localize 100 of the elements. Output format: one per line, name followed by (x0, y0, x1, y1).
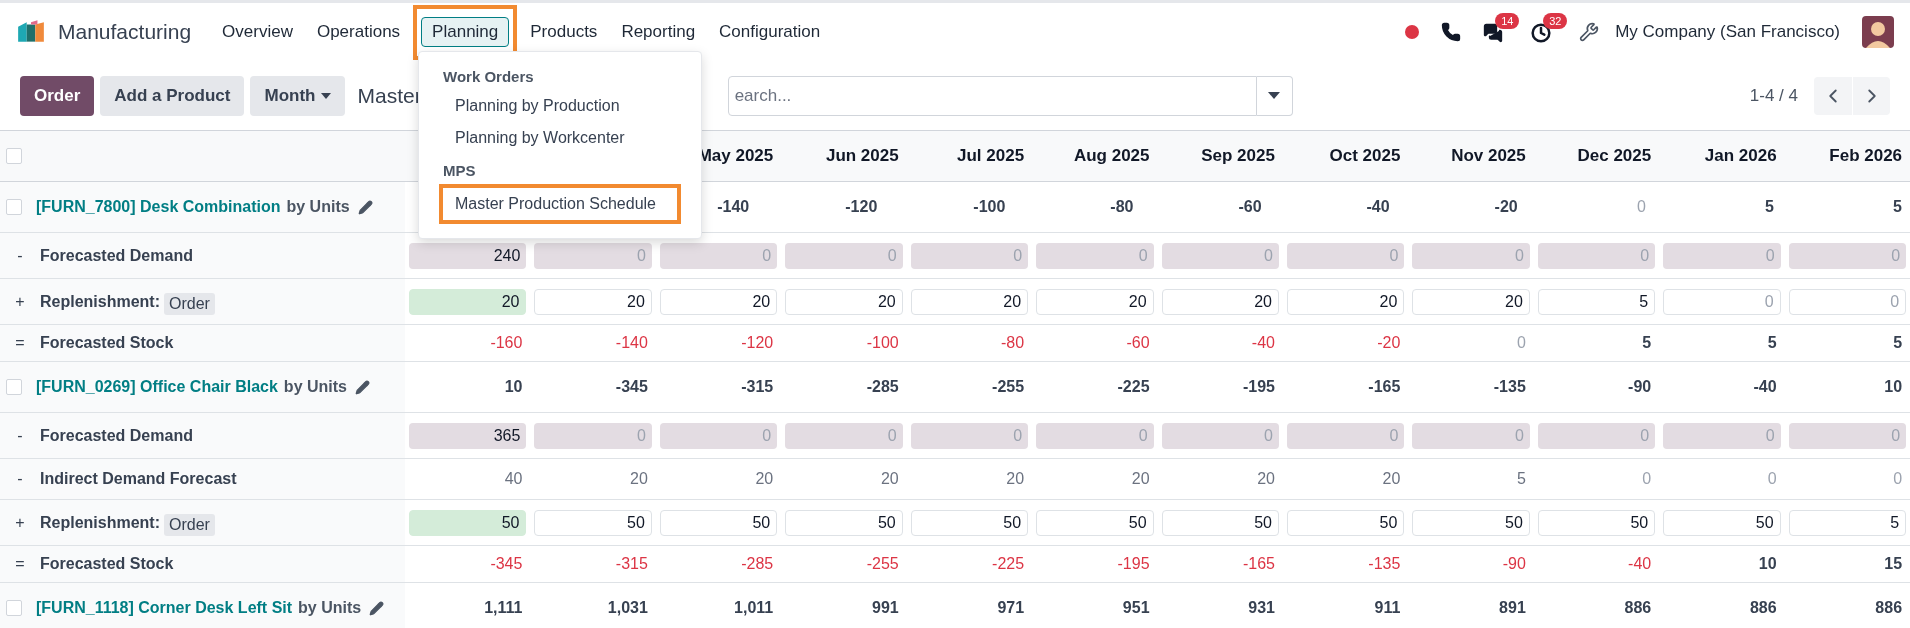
replenishment-input[interactable]: 20 (1036, 288, 1154, 315)
table-cell-text: 20 (630, 469, 648, 489)
unit-label: by Units (283, 377, 347, 397)
table-cell-text: 1,111 (484, 598, 523, 618)
menu-item[interactable]: Planning by Workcenter (419, 122, 701, 154)
product-link[interactable]: [FURN_7800] Desk Combination (36, 195, 281, 219)
table-cell-text: 1,031 (607, 598, 648, 618)
row-checkbox[interactable] (6, 379, 22, 395)
app-logo-icon[interactable] (16, 20, 46, 44)
table-cell-text: 5 (1764, 197, 1774, 217)
table-cell-text: 951 (1122, 598, 1150, 618)
avatar-icon[interactable] (1862, 16, 1894, 48)
replenishment-input[interactable]: 50 (1161, 509, 1279, 536)
table-cell-text: -80 (1110, 197, 1134, 217)
table-cell-text: -90 (1502, 554, 1526, 574)
replenishment-input[interactable]: 5 (1788, 509, 1907, 536)
pencil-icon[interactable] (357, 199, 373, 215)
replenishment-input[interactable]: 20 (1286, 288, 1405, 315)
nav-menu-item[interactable]: Configuration (708, 17, 832, 47)
table-cell-text: -40 (1753, 377, 1777, 397)
period-dropdown[interactable]: Month (250, 75, 346, 116)
product-link[interactable]: [FURN_0269] Office Chair Black (36, 375, 278, 399)
table-cell-text: 15 (1884, 554, 1903, 574)
table-cell-text: 886 (1875, 598, 1903, 618)
replenishment-input[interactable]: 20 (1412, 288, 1530, 315)
table-cell-text: -90 (1628, 377, 1652, 397)
replenishment-input[interactable]: 50 (409, 509, 527, 536)
row-sign: = (14, 333, 26, 353)
replenishment-input[interactable]: 50 (910, 509, 1029, 536)
table-cell-text: -20 (1377, 333, 1401, 353)
menu-section-title: Work Orders (442, 67, 535, 87)
replenishment-input[interactable]: 20 (910, 288, 1029, 315)
replenishment-input[interactable]: 20 (785, 288, 903, 315)
row-sign: - (16, 425, 24, 446)
company-switcher[interactable]: My Company (San Francisco) (1615, 19, 1840, 45)
table-cell-text: -60 (1126, 333, 1150, 353)
demand-input[interactable]: 365 (409, 422, 527, 449)
table-cell-text: -195 (1117, 554, 1150, 574)
table-cell-text: 0 (1516, 333, 1526, 353)
nav-menu-item[interactable]: Planning (421, 17, 510, 47)
replenishment-input[interactable]: 50 (1286, 509, 1405, 536)
table-cell-text: 20 (1382, 469, 1401, 489)
product-link[interactable]: [FURN_1118] Corner Desk Left Sit (36, 596, 293, 620)
table-cell-text: -135 (1368, 554, 1401, 574)
table-cell-text: 10 (504, 377, 523, 397)
row-sign: + (14, 291, 26, 312)
order-button[interactable]: Order (20, 75, 95, 116)
replenishment-input[interactable]: 50 (534, 509, 652, 536)
replenishment-input[interactable]: 50 (1412, 509, 1530, 536)
table-cell-text: -160 (490, 333, 523, 353)
previous-button[interactable] (1814, 76, 1852, 115)
table-cell-text: -285 (866, 377, 899, 397)
add-product-button[interactable]: Add a Product (100, 75, 245, 116)
replenishment-input[interactable]: 50 (785, 509, 903, 536)
demand-input[interactable]: 240 (409, 242, 527, 269)
menu-item[interactable]: Master Production Schedule (443, 188, 677, 220)
order-button[interactable]: Order (164, 513, 215, 536)
table-cell-text: -165 (1368, 377, 1401, 397)
pencil-icon[interactable] (369, 600, 385, 616)
replenishment-input[interactable]: 50 (1663, 509, 1781, 536)
order-button[interactable]: Order (164, 292, 215, 315)
pencil-icon[interactable] (355, 379, 370, 395)
chat-icon[interactable] (1483, 23, 1504, 43)
table-cell-text: -40 (1251, 333, 1275, 353)
nav-menu-item[interactable]: Operations (305, 17, 412, 47)
replenishment-input[interactable]: 50 (1537, 509, 1656, 536)
row-label: Forecasted Demand (40, 425, 193, 446)
row-label: Forecasted Stock (40, 333, 174, 353)
nav-menu-item[interactable]: Reporting (610, 17, 707, 47)
table-cell-text: -100 (973, 197, 1006, 217)
table-cell-text: 1,011 (734, 598, 774, 618)
replenishment-input[interactable]: 5 (1537, 288, 1656, 315)
table-cell-text: -80 (1001, 333, 1025, 353)
table-cell-text: 0 (1642, 469, 1652, 489)
nav-menu-item[interactable]: Products (519, 17, 609, 47)
menu-item[interactable]: Planning by Production (419, 90, 701, 122)
replenishment-input[interactable]: 20 (1161, 288, 1279, 315)
nav-menu-item[interactable]: Overview (211, 17, 304, 47)
table-cell-text: -195 (1242, 377, 1275, 397)
search-field[interactable]: earch... (727, 75, 1257, 116)
row-checkbox[interactable] (6, 600, 22, 616)
table-cell-text: 5 (1767, 333, 1777, 353)
replenishment-input[interactable]: 20 (659, 288, 778, 315)
table-cell-text: 5 (1642, 333, 1652, 353)
app-title[interactable]: Manufacturing (58, 16, 192, 48)
next-button[interactable] (1852, 76, 1890, 115)
row-checkbox[interactable] (6, 199, 22, 215)
table-cell-text: 891 (1499, 598, 1526, 618)
replenishment-input[interactable]: 50 (1036, 509, 1154, 536)
replenishment-input[interactable]: 20 (534, 288, 652, 315)
clock-icon[interactable] (1531, 23, 1552, 43)
replenishment-input[interactable]: 50 (659, 509, 778, 536)
tools-icon[interactable] (1579, 22, 1600, 42)
replenishment-input[interactable]: 20 (409, 288, 527, 315)
pager-value[interactable]: 1-4 / 4 (1749, 82, 1798, 109)
search-options-button[interactable] (1256, 75, 1293, 116)
table-cell-text: 0 (1767, 469, 1777, 489)
table-cell-text: 911 (1374, 598, 1401, 618)
row-checkbox[interactable] (6, 148, 22, 164)
phone-icon[interactable] (1441, 22, 1462, 42)
